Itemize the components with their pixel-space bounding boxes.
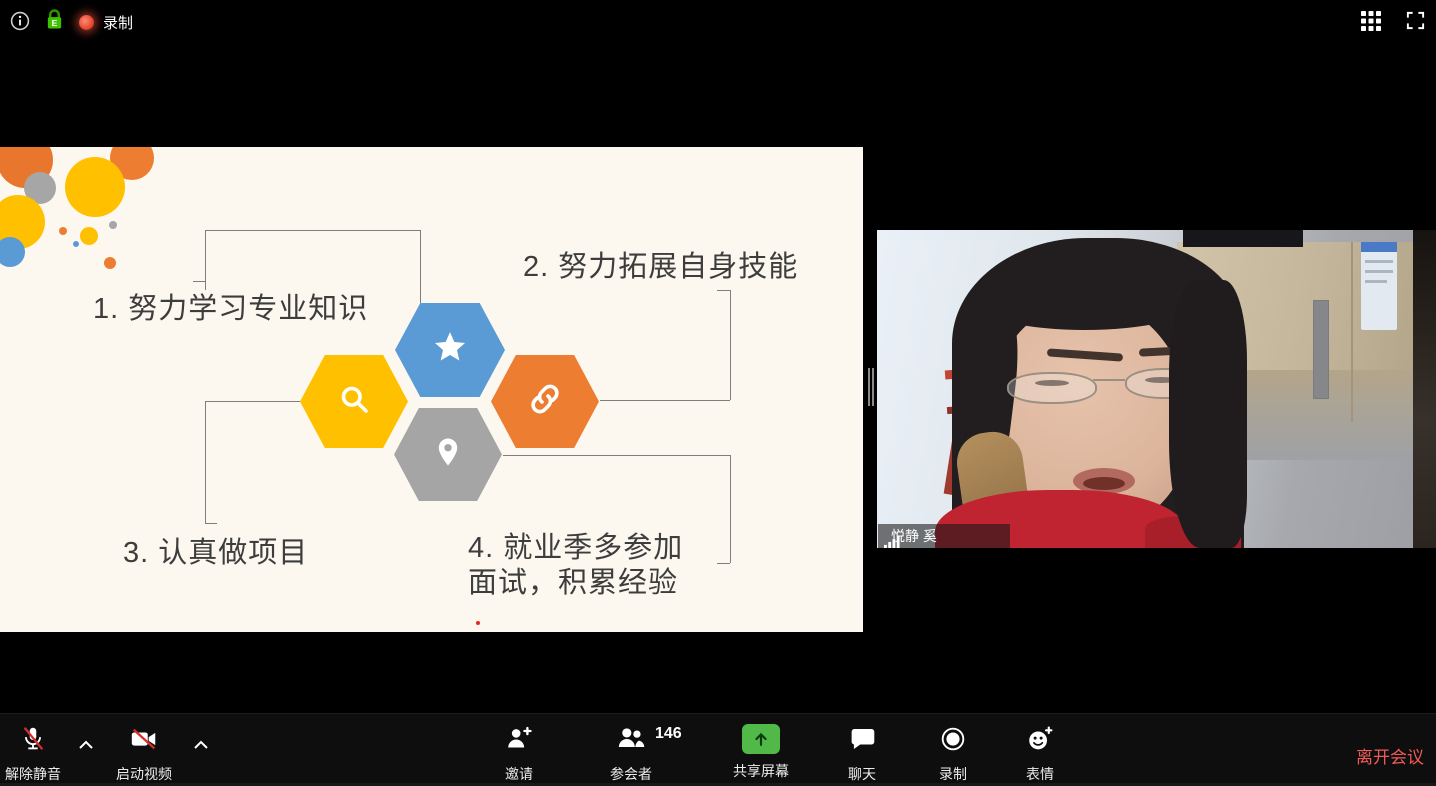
decorative-circle [104, 257, 116, 269]
recording-indicator: 录制 [79, 12, 133, 33]
decorative-circle [0, 237, 25, 267]
connector-line [420, 230, 421, 303]
smiley-plus-icon [1025, 724, 1055, 757]
video-bg-object [1183, 230, 1303, 247]
start-video-button[interactable]: 启动视频 [112, 724, 176, 784]
decorative-circle [65, 157, 125, 217]
reactions-button[interactable]: 表情 [1002, 724, 1078, 784]
record-circle-icon [938, 724, 968, 757]
connector-line [717, 290, 730, 291]
chat-label: 聊天 [848, 764, 876, 784]
fullscreen-icon [1405, 10, 1426, 34]
chat-button[interactable]: 聊天 [824, 724, 900, 784]
video-bg-sticker [1361, 242, 1397, 330]
grid-view-icon [1361, 11, 1381, 34]
decorative-circle [73, 241, 79, 247]
star-icon [430, 328, 470, 373]
audio-options-chevron[interactable] [78, 738, 94, 753]
invite-label: 邀请 [505, 764, 533, 784]
shared-screen-slide: 1. 努力学习专业知识 2. 努力拓展自身技能 3. 认真做项目 4. 就业季多… [0, 147, 863, 632]
connector-line [730, 455, 731, 563]
hexagon-link [491, 355, 599, 448]
encryption-letter: E [52, 18, 58, 28]
slide-item-2: 2. 努力拓展自身技能 [523, 250, 798, 285]
split-drag-handle[interactable] [868, 368, 876, 406]
person-mouth-inner [1083, 477, 1125, 490]
decorative-circle [59, 227, 67, 235]
connector-line [205, 230, 420, 231]
invite-person-icon [503, 724, 535, 757]
connector-line [205, 401, 300, 402]
invite-button[interactable]: 邀请 [481, 724, 557, 784]
search-icon [336, 381, 372, 422]
fullscreen-button[interactable] [1405, 10, 1426, 34]
unmute-button[interactable]: 解除静音 [1, 724, 65, 784]
participants-count-badge: 146 [655, 725, 682, 743]
camera-off-icon [128, 724, 160, 757]
video-bg-sticker-band [1361, 242, 1397, 252]
hexagon-pin [394, 408, 502, 501]
slide-item-1: 1. 努力学习专业知识 [93, 292, 368, 327]
recording-label: 录制 [103, 12, 133, 33]
lock-icon: E [45, 18, 64, 35]
reactions-label: 表情 [1026, 764, 1054, 784]
slide-item-3: 3. 认真做项目 [123, 536, 308, 571]
share-screen-button[interactable]: 共享屏幕 [723, 724, 799, 781]
hexagon-search [300, 355, 408, 448]
participants-icon [615, 724, 648, 757]
zoom-meeting-window: E 录制 [0, 0, 1436, 786]
person-hair-side [1169, 280, 1247, 548]
record-button[interactable]: 录制 [915, 724, 991, 784]
unmute-label: 解除静音 [5, 764, 61, 784]
record-label: 录制 [939, 764, 967, 784]
slide-item-4-line1: 4. 就业季多参加 [468, 531, 683, 566]
link-icon [527, 381, 563, 422]
connector-line [205, 230, 206, 290]
meeting-toolbar: 解除静音 启动视频 [0, 713, 1436, 786]
connector-line [503, 455, 730, 456]
participant-name-label: 悦静 奚 [878, 524, 1010, 548]
encryption-badge: E [45, 8, 64, 36]
share-screen-icon [742, 724, 780, 754]
chevron-up-icon [193, 738, 209, 753]
participants-label: 参会者 [610, 764, 652, 784]
chat-bubble-icon [848, 724, 877, 757]
laser-dot [476, 621, 480, 625]
connector-line [205, 523, 217, 524]
start-video-label: 启动视频 [116, 764, 172, 784]
share-screen-label: 共享屏幕 [733, 761, 789, 781]
connector-line [717, 563, 730, 564]
participant-video-tile: 悦静 奚 [877, 230, 1436, 548]
gallery-view-button[interactable] [1361, 11, 1381, 34]
video-bg-edge [1413, 230, 1436, 548]
connector-line [600, 400, 730, 401]
video-bg-sticker-line [1365, 270, 1393, 273]
person-glasses-lens [1007, 372, 1097, 404]
recording-dot-icon [79, 15, 94, 30]
decorative-circle [109, 221, 117, 229]
video-bg-seam [1351, 242, 1353, 422]
leave-meeting-button[interactable]: 离开会议 [1350, 742, 1430, 769]
microphone-muted-icon [18, 724, 48, 757]
meeting-status-bar: E 录制 [10, 8, 133, 36]
decorative-circle [80, 227, 98, 245]
video-bg-sticker-line [1365, 260, 1393, 263]
location-pin-icon [431, 435, 465, 474]
connector-line [730, 290, 731, 400]
slide-item-4-line2: 面试，积累经验 [468, 566, 683, 601]
meeting-info-button[interactable] [10, 11, 30, 34]
hexagon-star [395, 303, 505, 397]
video-options-chevron[interactable] [193, 738, 209, 753]
connector-line [205, 401, 206, 523]
slide-item-4: 4. 就业季多参加 面试，积累经验 [468, 531, 683, 601]
connector-line [193, 281, 205, 282]
info-icon [10, 11, 30, 34]
person-glasses-bridge [1093, 379, 1125, 381]
video-bg-switch-panel [1313, 300, 1329, 399]
view-controls [1361, 10, 1426, 34]
video-bg-sticker-line [1365, 280, 1387, 283]
chevron-up-icon [78, 738, 94, 753]
